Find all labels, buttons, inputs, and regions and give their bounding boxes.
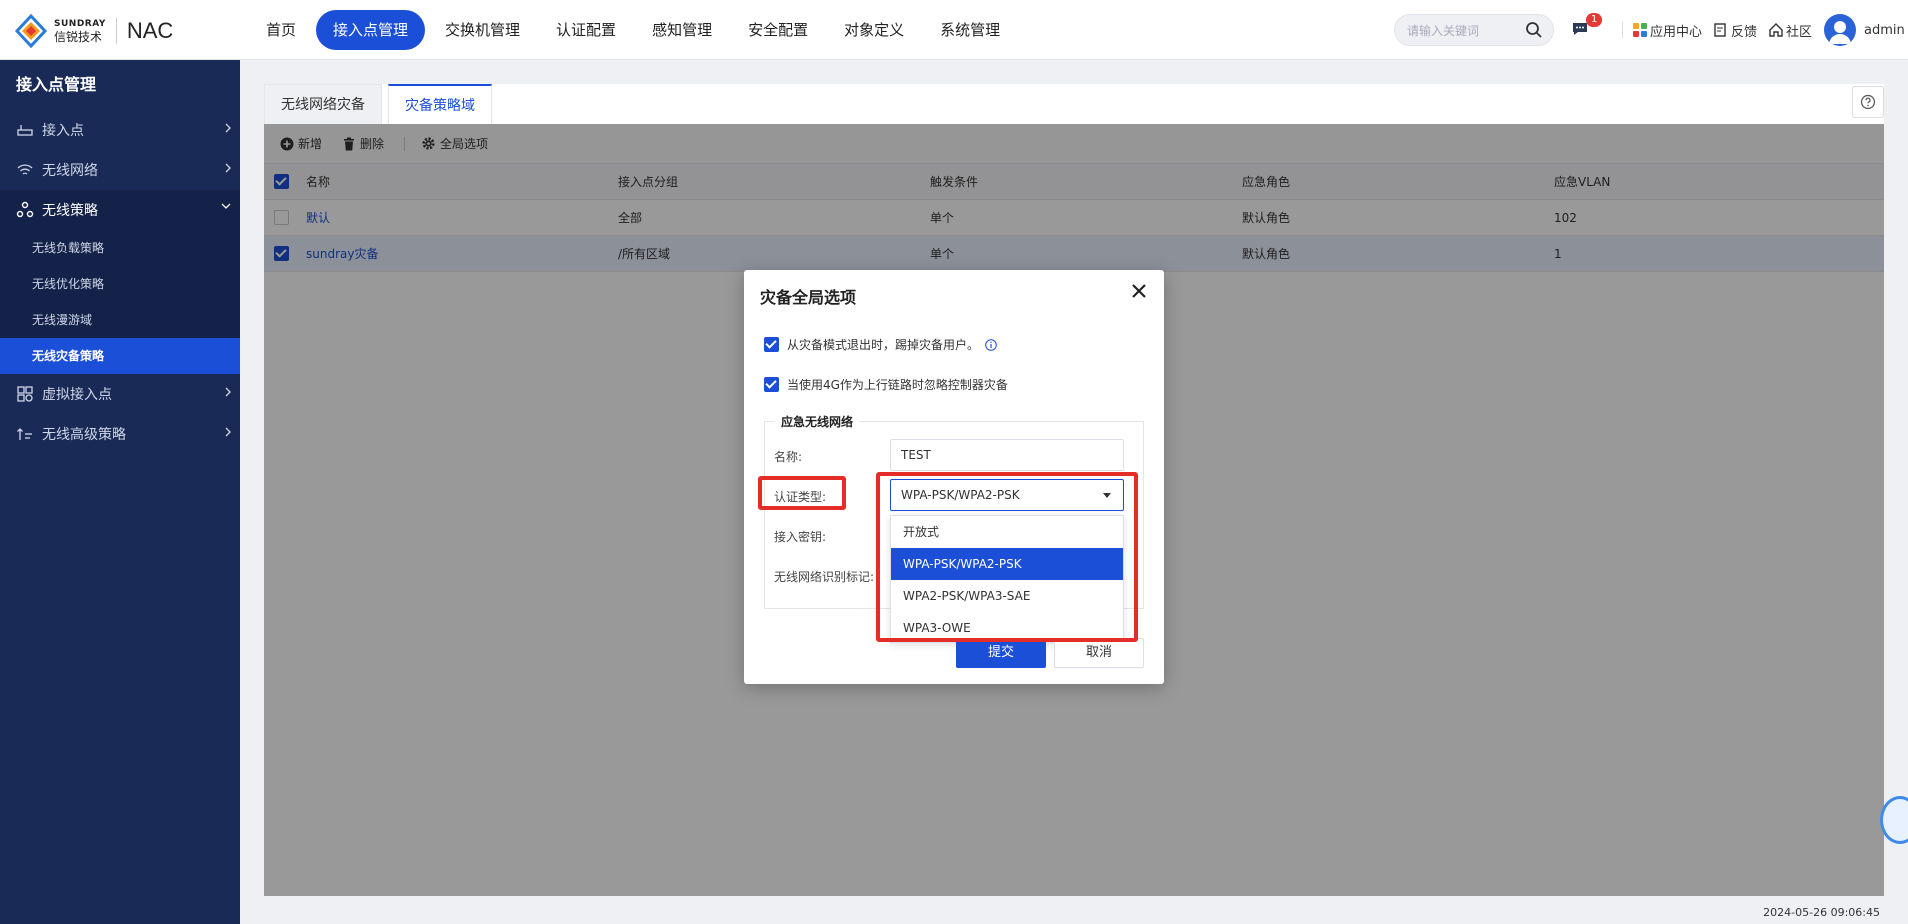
avatar[interactable] bbox=[1824, 14, 1857, 46]
ssid-tag-label: 无线网络识别标记: bbox=[774, 570, 875, 584]
tab-wireless-disaster[interactable]: 无线网络灾备 bbox=[264, 84, 382, 125]
close-icon[interactable] bbox=[1130, 282, 1148, 300]
sidebar: 接入点管理 接入点 无线网络 无线策略 无线负载策略 无线优化策略 无线漫游域 … bbox=[0, 60, 240, 924]
nav-ap-management[interactable]: 接入点管理 bbox=[316, 10, 426, 50]
nav-switch-management[interactable]: 交换机管理 bbox=[429, 10, 536, 50]
home-icon bbox=[1769, 23, 1783, 37]
nav-home[interactable]: 首页 bbox=[250, 10, 312, 50]
sidebar-item-ap[interactable]: 接入点 bbox=[0, 110, 240, 150]
top-bar: SUNDRAY 信锐技术 NAC 首页 接入点管理 交换机管理 认证配置 感知管… bbox=[0, 0, 1908, 60]
ignore-4g-option[interactable]: 当使用4G作为上行链路时忽略控制器灾备 bbox=[764, 376, 1008, 393]
search-placeholder: 请输入关键词 bbox=[1407, 24, 1480, 38]
tab-disaster-policy-domain[interactable]: 灾备策略域 bbox=[388, 84, 492, 125]
sidebar-sub-roaming-domain[interactable]: 无线漫游域 bbox=[0, 302, 240, 338]
sidebar-item-wireless-network[interactable]: 无线网络 bbox=[0, 150, 240, 190]
info-icon[interactable] bbox=[985, 338, 997, 351]
submit-button[interactable]: 提交 bbox=[956, 638, 1046, 668]
access-key-label: 接入密钥: bbox=[774, 530, 827, 544]
router-icon bbox=[17, 125, 33, 136]
sidebar-item-label: 无线策略 bbox=[42, 203, 98, 219]
sidebar-item-label: 无线高级策略 bbox=[42, 427, 126, 443]
logo-mark-icon bbox=[14, 13, 48, 49]
app-center-label: 应用中心 bbox=[1650, 24, 1703, 40]
chevron-down-icon bbox=[221, 203, 231, 209]
nav-perception[interactable]: 感知管理 bbox=[636, 10, 728, 50]
main-nav: 首页 接入点管理 交换机管理 认证配置 感知管理 安全配置 对象定义 系统管理 bbox=[250, 10, 1020, 50]
feedback-icon bbox=[1714, 23, 1726, 37]
chevron-right-icon bbox=[225, 123, 231, 133]
ignore-4g-checkbox[interactable] bbox=[764, 377, 779, 392]
option-label: 当使用4G作为上行链路时忽略控制器灾备 bbox=[787, 378, 1008, 392]
app-center-link[interactable]: 应用中心 bbox=[1633, 21, 1702, 40]
chevron-right-icon bbox=[225, 163, 231, 173]
message-badge: 1 bbox=[1586, 13, 1603, 27]
section-title: 应急无线网络 bbox=[775, 413, 860, 430]
cancel-button[interactable]: 取消 bbox=[1054, 638, 1144, 668]
chevron-right-icon bbox=[225, 387, 231, 397]
virtual-ap-icon bbox=[17, 386, 33, 402]
kick-users-checkbox[interactable] bbox=[764, 337, 779, 352]
sidebar-item-advanced-policy[interactable]: 无线高级策略 bbox=[0, 414, 240, 454]
name-label: 名称: bbox=[774, 450, 803, 464]
sidebar-item-virtual-ap[interactable]: 虚拟接入点 bbox=[0, 374, 240, 414]
nav-auth-config[interactable]: 认证配置 bbox=[540, 10, 632, 50]
sidebar-sub-load-policy[interactable]: 无线负载策略 bbox=[0, 230, 240, 266]
chevron-right-icon bbox=[225, 427, 231, 437]
app-grid-icon bbox=[1633, 23, 1647, 37]
community-link[interactable]: 社区 bbox=[1769, 21, 1812, 40]
annotation-highlight-dropdown bbox=[876, 472, 1138, 642]
timestamp: 2024-05-26 09:06:45 bbox=[1763, 906, 1880, 919]
logo[interactable]: SUNDRAY 信锐技术 NAC bbox=[14, 13, 174, 49]
annotation-highlight-label bbox=[758, 476, 846, 510]
sidebar-sub-disaster-policy[interactable]: 无线灾备策略 bbox=[0, 338, 240, 374]
divider bbox=[1622, 22, 1623, 38]
product-name: NAC bbox=[126, 18, 174, 43]
tab-bar: 无线网络灾备 灾备策略域 bbox=[264, 84, 1884, 125]
ssid-name-field[interactable]: TEST bbox=[890, 439, 1124, 471]
assistant-bubble-icon[interactable] bbox=[1880, 796, 1908, 844]
top-right-actions: 1 应用中心 反馈 社区 admin bbox=[1570, 0, 1905, 60]
sidebar-item-label: 接入点 bbox=[42, 123, 84, 139]
user-icon bbox=[1829, 21, 1852, 44]
username[interactable]: admin bbox=[1864, 23, 1905, 38]
logo-cn: 信锐技术 bbox=[54, 30, 103, 44]
dialog-title: 灾备全局选项 bbox=[760, 288, 857, 307]
sidebar-item-label: 虚拟接入点 bbox=[42, 387, 112, 403]
sidebar-item-label: 无线网络 bbox=[42, 163, 98, 179]
kick-users-option[interactable]: 从灾备模式退出时，踢掉灾备用户。 bbox=[764, 336, 997, 353]
feedback-link[interactable]: 反馈 bbox=[1714, 21, 1757, 40]
logo-divider bbox=[115, 18, 117, 44]
sidebar-title: 接入点管理 bbox=[16, 75, 97, 94]
nav-system-management[interactable]: 系统管理 bbox=[924, 10, 1016, 50]
feedback-label: 反馈 bbox=[1731, 24, 1758, 40]
nav-security-config[interactable]: 安全配置 bbox=[732, 10, 824, 50]
search-input[interactable]: 请输入关键词 bbox=[1394, 14, 1554, 46]
advanced-icon bbox=[17, 428, 32, 440]
sidebar-sub-optimize-policy[interactable]: 无线优化策略 bbox=[0, 266, 240, 302]
community-label: 社区 bbox=[1786, 24, 1813, 40]
option-label: 从灾备模式退出时，踢掉灾备用户。 bbox=[787, 338, 980, 352]
wifi-icon bbox=[17, 164, 33, 175]
nav-object-definition[interactable]: 对象定义 bbox=[828, 10, 920, 50]
sidebar-item-wireless-policy[interactable]: 无线策略 bbox=[0, 190, 240, 230]
policy-icon bbox=[16, 201, 34, 218]
help-icon bbox=[1860, 94, 1876, 110]
search-icon[interactable] bbox=[1525, 21, 1543, 39]
message-button[interactable]: 1 bbox=[1570, 13, 1603, 41]
help-button[interactable] bbox=[1852, 86, 1884, 118]
